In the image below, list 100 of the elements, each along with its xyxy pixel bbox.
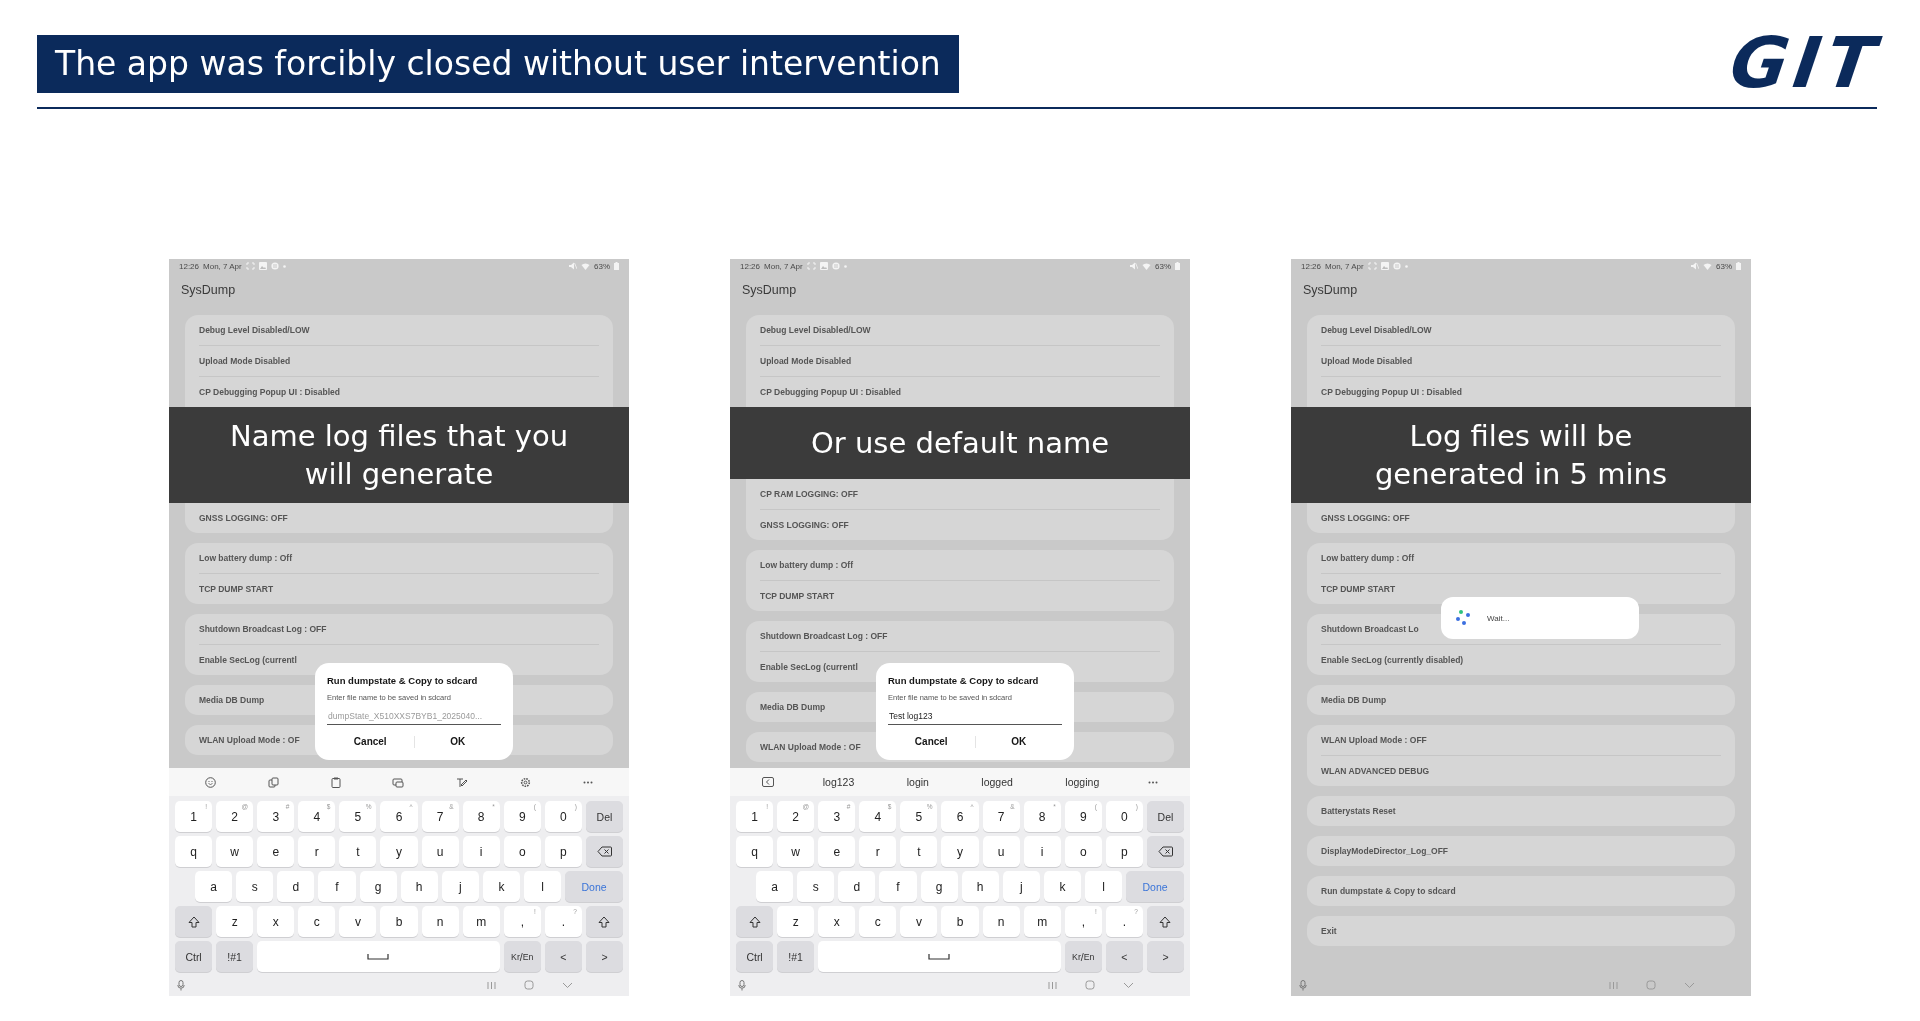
key[interactable]: k xyxy=(482,871,520,902)
more-icon[interactable] xyxy=(1147,780,1158,784)
list-item[interactable]: Low battery dump : Off xyxy=(1321,543,1721,573)
key[interactable]: s xyxy=(797,871,835,902)
key[interactable]: h xyxy=(400,871,438,902)
recent-apps-icon[interactable] xyxy=(487,980,496,990)
home-icon[interactable] xyxy=(524,980,534,990)
key[interactable]: u xyxy=(982,836,1020,867)
shift-key[interactable] xyxy=(1146,906,1185,937)
home-icon[interactable] xyxy=(1646,980,1656,990)
list-item[interactable]: Exit xyxy=(1321,916,1721,946)
key[interactable]: w xyxy=(216,836,254,867)
backspace-key[interactable] xyxy=(1146,836,1185,867)
list-item[interactable]: Debug Level Disabled/LOW xyxy=(760,315,1160,345)
list-item[interactable]: GNSS LOGGING: OFF xyxy=(199,503,599,533)
key[interactable]: c xyxy=(859,906,897,937)
backspace-key[interactable] xyxy=(585,836,624,867)
shift-key[interactable] xyxy=(585,906,624,937)
settings-icon[interactable] xyxy=(520,776,532,788)
key[interactable]: q xyxy=(175,836,213,867)
list-item[interactable]: TCP DUMP START xyxy=(199,573,599,604)
shift-key[interactable] xyxy=(736,906,774,937)
key[interactable]: > xyxy=(585,941,624,972)
key[interactable]: q xyxy=(736,836,774,867)
key[interactable]: a xyxy=(756,871,794,902)
key[interactable]: j xyxy=(441,871,479,902)
list-item[interactable]: Upload Mode Disabled xyxy=(760,345,1160,376)
suggestion[interactable]: login xyxy=(902,774,933,790)
dialog-button[interactable]: Cancel xyxy=(327,727,414,756)
stickers-icon[interactable] xyxy=(267,776,279,788)
shift-key[interactable] xyxy=(175,906,213,937)
clipboard-icon[interactable] xyxy=(330,776,341,788)
list-item[interactable]: WLAN Upload Mode : OFF xyxy=(1321,725,1721,755)
key[interactable]: o xyxy=(1064,836,1102,867)
key[interactable]: h xyxy=(961,871,999,902)
key[interactable]: m xyxy=(462,906,500,937)
list-item[interactable]: Media DB Dump xyxy=(1321,685,1721,715)
key[interactable]: n xyxy=(982,906,1020,937)
key[interactable]: y xyxy=(380,836,418,867)
key[interactable]: Ctrl xyxy=(736,941,774,972)
key[interactable]: g xyxy=(359,871,397,902)
suggestion[interactable]: log123 xyxy=(818,774,859,790)
key[interactable]: p xyxy=(544,836,582,867)
key[interactable]: v xyxy=(900,906,938,937)
list-item[interactable]: Low battery dump : Off xyxy=(199,543,599,573)
key[interactable]: d xyxy=(277,871,315,902)
key[interactable]: f xyxy=(879,871,917,902)
file-name-field[interactable]: Test log123 xyxy=(888,708,1062,725)
list-item[interactable]: Enable SecLog (currently disabled) xyxy=(1321,644,1721,675)
suggestion[interactable]: logging xyxy=(1061,774,1104,790)
key[interactable]: z xyxy=(216,906,254,937)
list-item[interactable]: GNSS LOGGING: OFF xyxy=(1321,503,1721,533)
key[interactable]: m xyxy=(1023,906,1061,937)
microphone-icon[interactable] xyxy=(177,979,185,991)
key[interactable]: f xyxy=(318,871,356,902)
key[interactable]: t xyxy=(339,836,377,867)
collapse-icon[interactable] xyxy=(762,777,775,787)
key[interactable]: r xyxy=(298,836,336,867)
key[interactable]: p xyxy=(1105,836,1143,867)
key[interactable]: v xyxy=(339,906,377,937)
key[interactable]: !#1 xyxy=(216,941,254,972)
key[interactable]: z xyxy=(777,906,815,937)
chevron-down-icon[interactable] xyxy=(1123,981,1134,989)
key[interactable]: l xyxy=(1085,871,1123,902)
key[interactable]: k xyxy=(1043,871,1081,902)
list-item[interactable]: Upload Mode Disabled xyxy=(1321,345,1721,376)
key[interactable]: e xyxy=(257,836,295,867)
suggestion[interactable]: logged xyxy=(977,774,1017,790)
key[interactable]: w xyxy=(777,836,815,867)
list-item[interactable]: Low battery dump : Off xyxy=(760,550,1160,580)
list-item[interactable]: GNSS LOGGING: OFF xyxy=(760,509,1160,540)
key[interactable]: x xyxy=(818,906,856,937)
dialog-button[interactable]: OK xyxy=(975,727,1062,756)
list-item[interactable]: TCP DUMP START xyxy=(760,580,1160,611)
list-item[interactable]: DisplayModeDirector_Log_OFF xyxy=(1321,836,1721,866)
more-icon[interactable] xyxy=(583,780,593,784)
key[interactable]: o xyxy=(503,836,541,867)
chevron-down-icon[interactable] xyxy=(1684,981,1695,989)
key[interactable]: y xyxy=(941,836,979,867)
recent-apps-icon[interactable] xyxy=(1609,980,1618,990)
key[interactable]: a xyxy=(195,871,233,902)
key[interactable]: e xyxy=(818,836,856,867)
screen-icon[interactable] xyxy=(392,776,405,788)
list-item[interactable]: Shutdown Broadcast Log : OFF xyxy=(199,614,599,644)
list-item[interactable]: WLAN ADVANCED DEBUG xyxy=(1321,755,1721,786)
key[interactable]: j xyxy=(1002,871,1040,902)
key[interactable]: s xyxy=(236,871,274,902)
home-icon[interactable] xyxy=(1085,980,1095,990)
key[interactable]: r xyxy=(859,836,897,867)
chevron-down-icon[interactable] xyxy=(562,981,573,989)
key[interactable]: < xyxy=(544,941,582,972)
key[interactable]: i xyxy=(462,836,500,867)
key[interactable]: i xyxy=(1023,836,1061,867)
microphone-icon[interactable] xyxy=(738,979,746,991)
key[interactable]: x xyxy=(257,906,295,937)
list-item[interactable]: CP RAM LOGGING: OFF xyxy=(760,479,1160,509)
emoji-icon[interactable] xyxy=(204,776,216,788)
key[interactable]: n xyxy=(421,906,459,937)
recent-apps-icon[interactable] xyxy=(1048,980,1057,990)
list-item[interactable]: Debug Level Disabled/LOW xyxy=(199,315,599,345)
